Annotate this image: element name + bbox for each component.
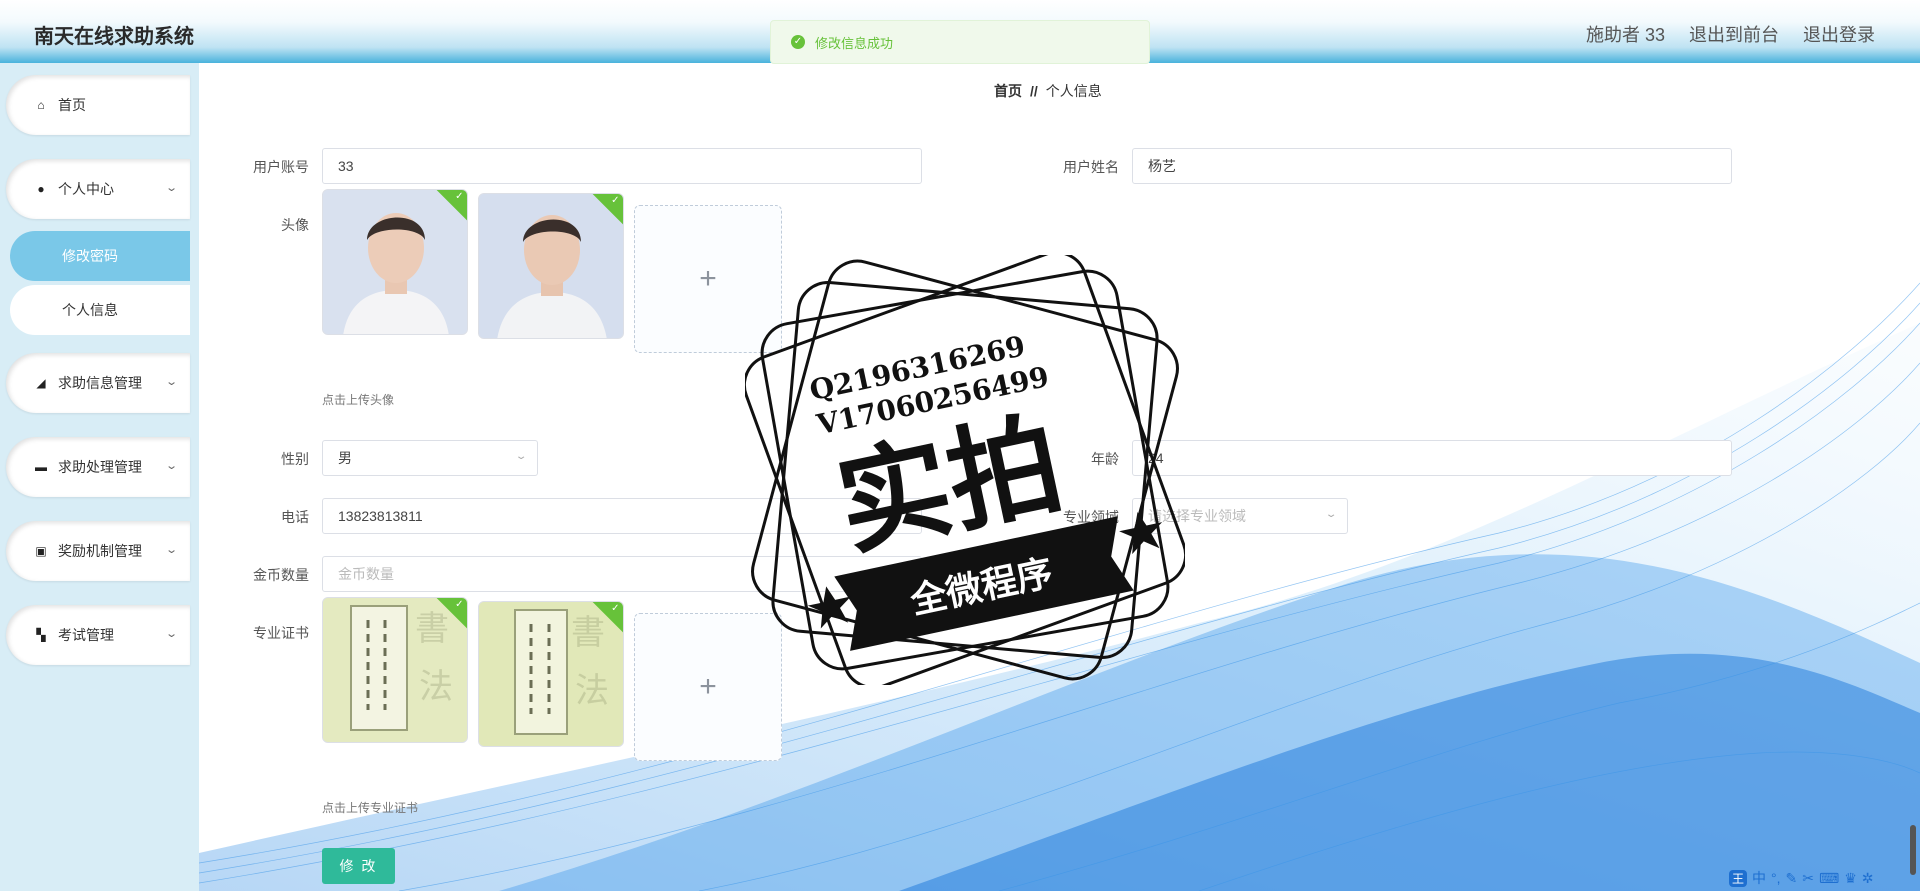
breadcrumb-separator: // <box>1030 83 1038 99</box>
plus-icon: + <box>699 670 717 703</box>
chevron-down-icon: ⌄ <box>164 460 178 472</box>
sidebar-item-label: 考试管理 <box>58 627 114 643</box>
gender-label: 性别 <box>281 451 309 467</box>
avatar-label: 头像 <box>281 217 309 233</box>
keyboard-icon[interactable]: ⌨ <box>1819 870 1839 887</box>
sidebar-item-label: 修改密码 <box>62 248 118 264</box>
avatar-thumbnail[interactable]: ✓ <box>478 193 624 339</box>
sidebar-item-change-password[interactable]: 修改密码 <box>10 231 190 281</box>
logout-link[interactable]: 退出登录 <box>1803 21 1875 47</box>
sidebar-item-label: 个人信息 <box>62 302 118 318</box>
avatar-thumbnail[interactable]: ✓ <box>322 189 468 335</box>
success-toast: ✓ 修改信息成功 <box>770 20 1150 64</box>
age-input[interactable]: 24 <box>1132 440 1732 476</box>
certificate-thumbnail[interactable]: 書 法 ✓ <box>478 601 624 747</box>
gender-value: 男 <box>338 450 352 466</box>
settings-icon[interactable]: ✲ <box>1862 870 1874 887</box>
svg-text:法: 法 <box>575 671 609 711</box>
sidebar-item-help-process[interactable]: ▬ 求助处理管理 ⌄ <box>6 437 190 497</box>
home-icon: ⌂ <box>37 98 45 112</box>
certificate-thumbnail[interactable]: 書 法 ✓ <box>322 597 468 743</box>
phone-label: 电话 <box>281 509 309 525</box>
grid-icon: ▚ <box>36 628 46 642</box>
svg-text:書: 書 <box>415 609 449 649</box>
shirt-icon[interactable]: ♛ <box>1844 870 1857 887</box>
pen-icon[interactable]: ✎ <box>1786 870 1798 887</box>
watermark-stamp: Q2196316269 V17060256499 实拍 全微程序 <box>745 255 1185 685</box>
ime-language-toggle[interactable]: 中 <box>1752 868 1766 888</box>
to-front-link[interactable]: 退出到前台 <box>1689 21 1779 47</box>
avatar-photo <box>323 190 467 334</box>
chat-icon: ▬ <box>35 460 47 474</box>
sidebar-item-label: 个人中心 <box>58 181 114 197</box>
header-actions: 施助者 33 退出到前台 退出登录 <box>1586 21 1875 47</box>
sidebar-item-label: 求助处理管理 <box>58 459 142 475</box>
sidebar-item-exams[interactable]: ▚ 考试管理 ⌄ <box>6 605 190 665</box>
sidebar-item-home[interactable]: ⌂ 首页 <box>6 75 190 135</box>
sidebar: ⌂ 首页 ● 个人中心 ⌄ 修改密码 个人信息 ◢ 求助信息管理 ⌄ ▬ 求助处… <box>0 63 199 891</box>
current-user: 施助者 33 <box>1585 25 1665 45</box>
page-scrollbar[interactable] <box>1910 63 1916 883</box>
svg-text:書: 書 <box>571 613 605 653</box>
success-icon: ✓ <box>791 35 805 49</box>
name-label: 用户姓名 <box>1063 159 1119 175</box>
account-label: 用户账号 <box>253 159 309 175</box>
name-input[interactable]: 杨艺 <box>1132 148 1732 184</box>
sidebar-item-personal-center[interactable]: ● 个人中心 ⌄ <box>6 159 190 219</box>
chevron-down-icon: ⌄ <box>164 376 178 388</box>
breadcrumb: 首页 // 个人信息 <box>994 81 1102 101</box>
toast-message: 修改信息成功 <box>815 35 894 51</box>
user-icon: ● <box>37 182 45 196</box>
avatar-upload-hint: 点击上传头像 <box>322 393 395 407</box>
ime-logo-icon[interactable]: 王 <box>1729 869 1748 887</box>
sidebar-item-personal-info[interactable]: 个人信息 <box>10 285 190 335</box>
chevron-down-icon: ⌄ <box>164 544 178 556</box>
sidebar-item-rewards[interactable]: ▣ 奖励机制管理 ⌄ <box>6 521 190 581</box>
ime-toolbar: 王 中 °, ✎ ✂ ⌨ ♛ ✲ <box>1725 865 1920 891</box>
megaphone-icon: ◢ <box>36 376 46 390</box>
scissors-icon[interactable]: ✂ <box>1802 870 1814 887</box>
chevron-down-icon: ⌄ <box>164 628 178 640</box>
certificate-image: 書 法 <box>323 598 467 742</box>
app-title: 南天在线求助系统 <box>34 26 194 48</box>
gender-select[interactable]: 男 ⌄ <box>322 440 538 476</box>
account-input[interactable]: 33 <box>322 148 922 184</box>
sidebar-item-label: 求助信息管理 <box>58 375 142 391</box>
certificate-label: 专业证书 <box>253 625 309 641</box>
plus-icon: + <box>699 262 717 295</box>
avatar-photo <box>479 194 623 338</box>
sidebar-item-label: 首页 <box>58 97 86 113</box>
breadcrumb-home[interactable]: 首页 <box>994 83 1022 99</box>
briefcase-icon: ▣ <box>35 544 47 558</box>
certificate-image: 書 法 <box>479 602 623 746</box>
submit-button[interactable]: 修 改 <box>322 848 395 884</box>
certificate-upload-hint: 点击上传专业证书 <box>322 801 419 815</box>
chevron-down-icon: ⌄ <box>164 182 178 194</box>
chevron-down-icon: ⌄ <box>514 451 528 462</box>
coins-label: 金币数量 <box>253 567 309 583</box>
breadcrumb-current: 个人信息 <box>1045 83 1102 99</box>
svg-text:法: 法 <box>419 667 453 707</box>
chevron-down-icon: ⌄ <box>1324 509 1338 520</box>
sidebar-item-help-info[interactable]: ◢ 求助信息管理 ⌄ <box>6 353 190 413</box>
punctuation-icon[interactable]: °, <box>1771 870 1781 886</box>
sidebar-item-label: 奖励机制管理 <box>58 543 142 559</box>
